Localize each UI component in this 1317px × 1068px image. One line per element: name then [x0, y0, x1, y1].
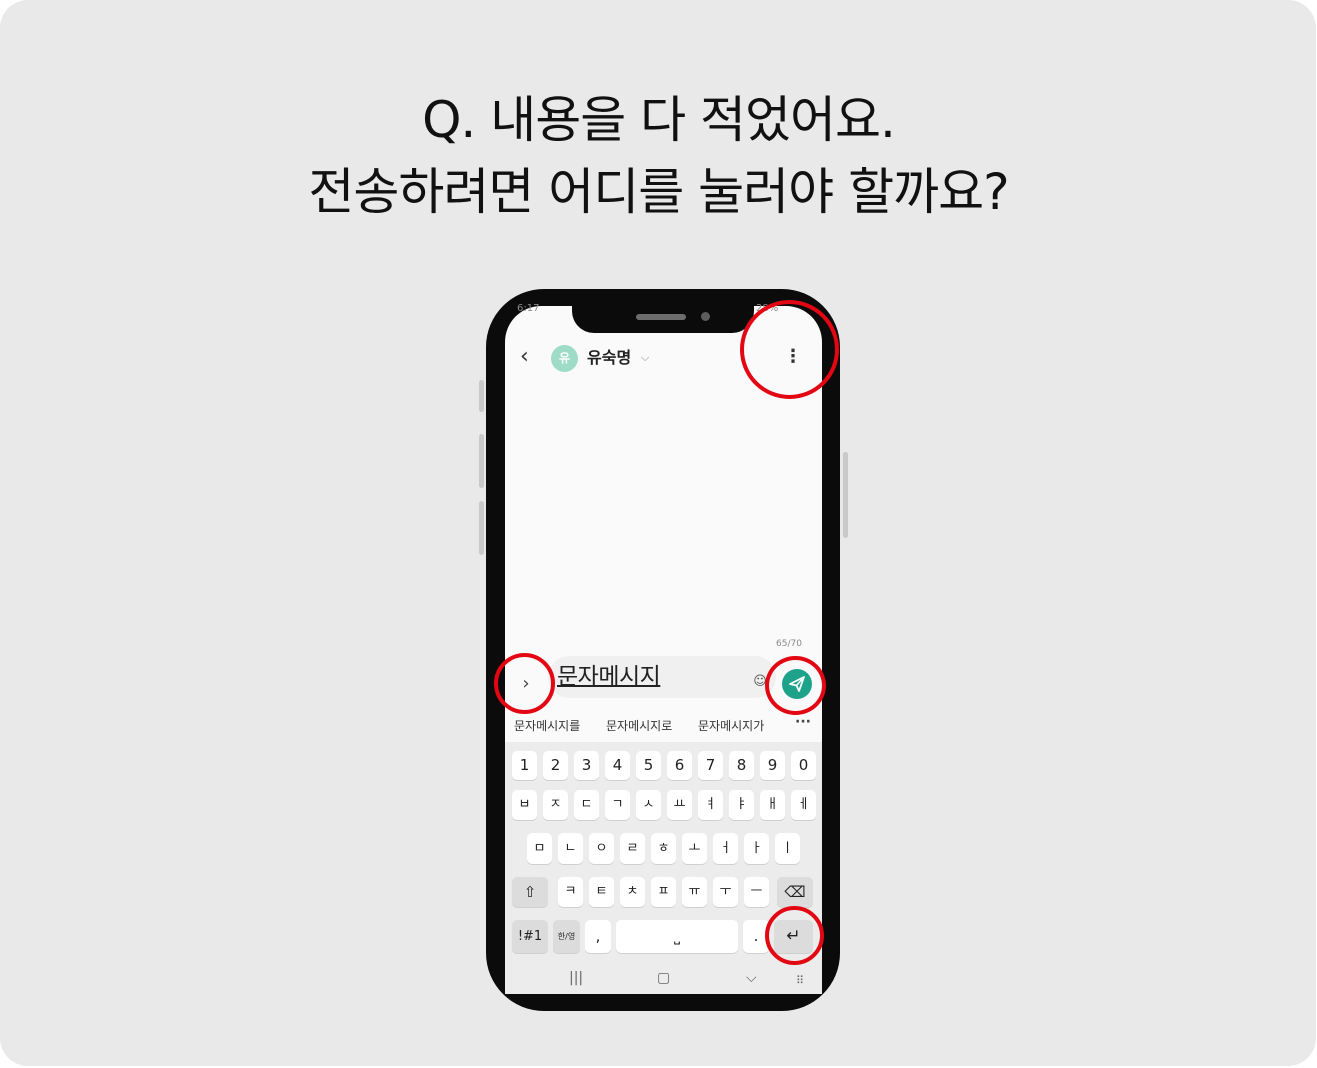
- key-jamo[interactable]: ㅇ: [589, 833, 614, 864]
- key-digit[interactable]: 6: [667, 751, 692, 780]
- shift-key[interactable]: ⇧: [512, 877, 548, 907]
- avatar[interactable]: 유: [551, 345, 578, 372]
- key-jamo[interactable]: ㅣ: [775, 833, 800, 864]
- char-count: 65/70: [776, 639, 802, 649]
- key-jamo[interactable]: ㅍ: [651, 877, 676, 907]
- key-jamo[interactable]: ㅏ: [744, 833, 769, 864]
- key-digit[interactable]: 2: [543, 751, 568, 780]
- message-input-text[interactable]: 문자메시지: [557, 662, 661, 692]
- keyboard-hide-icon[interactable]: ⠿: [796, 974, 804, 987]
- key-jamo[interactable]: ㅁ: [527, 833, 552, 864]
- key-digit[interactable]: 1: [512, 751, 537, 780]
- question-line-2: 전송하려면 어디를 눌러야 할까요?: [308, 163, 1009, 221]
- key-jamo[interactable]: ㄹ: [620, 833, 645, 864]
- suggestion-item[interactable]: 문자메시지를: [514, 717, 580, 734]
- symbols-key[interactable]: !#1: [512, 920, 548, 953]
- key-jamo[interactable]: ㅅ: [636, 790, 661, 820]
- key-jamo[interactable]: ㅓ: [713, 833, 738, 864]
- back-nav-icon[interactable]: ⌵: [746, 970, 757, 986]
- key-digit[interactable]: 3: [574, 751, 599, 780]
- volume-up-button: [479, 434, 484, 488]
- question-line-1: Q. 내용을 다 적었어요.: [422, 91, 896, 149]
- key-jamo[interactable]: ㅂ: [512, 790, 537, 820]
- key-digit[interactable]: 5: [636, 751, 661, 780]
- key-digit[interactable]: 7: [698, 751, 723, 780]
- question-title: Q. 내용을 다 적었어요. 전송하려면 어디를 눌러야 할까요?: [0, 84, 1317, 228]
- key-jamo[interactable]: ㅎ: [651, 833, 676, 864]
- suggestion-bar: 문자메시지를 문자메시지로 문자메시지가: [505, 713, 822, 739]
- suggestion-item[interactable]: 문자메시지로: [606, 717, 672, 734]
- key-jamo[interactable]: ㅛ: [667, 790, 692, 820]
- more-suggestions-icon[interactable]: ···: [795, 714, 811, 730]
- language-switch-key[interactable]: 한/영: [553, 920, 580, 953]
- key-digit[interactable]: 9: [760, 751, 785, 780]
- mute-button: [479, 380, 484, 412]
- key-jamo[interactable]: ㅜ: [713, 877, 738, 907]
- key-jamo[interactable]: ㄴ: [558, 833, 583, 864]
- comma-key[interactable]: ,: [585, 920, 611, 953]
- front-camera: [701, 312, 710, 321]
- key-jamo[interactable]: ㅐ: [760, 790, 785, 820]
- key-jamo[interactable]: ㅈ: [543, 790, 568, 820]
- key-digit[interactable]: 4: [605, 751, 630, 780]
- key-jamo[interactable]: ㅔ: [791, 790, 816, 820]
- contact-name[interactable]: 유숙명: [587, 347, 631, 369]
- home-icon[interactable]: ▢: [657, 970, 670, 986]
- key-jamo[interactable]: ㅊ: [620, 877, 645, 907]
- key-jamo[interactable]: ㄱ: [605, 790, 630, 820]
- key-jamo[interactable]: ㅋ: [558, 877, 583, 907]
- recent-apps-icon[interactable]: |||: [569, 970, 583, 986]
- key-jamo[interactable]: ㄷ: [574, 790, 599, 820]
- key-jamo[interactable]: ㅡ: [744, 877, 769, 907]
- chevron-down-icon[interactable]: ⌵: [641, 348, 649, 368]
- key-jamo[interactable]: ㅌ: [589, 877, 614, 907]
- backspace-key[interactable]: ⌫: [777, 877, 813, 907]
- highlight-circle-more: [740, 300, 839, 399]
- back-icon[interactable]: ‹: [520, 343, 542, 371]
- highlight-circle-expand: [494, 653, 555, 714]
- space-key[interactable]: ⎵: [616, 920, 738, 953]
- status-time: 6:17: [517, 303, 540, 314]
- highlight-circle-send: [765, 656, 826, 715]
- key-jamo[interactable]: ㅗ: [682, 833, 707, 864]
- key-digit[interactable]: 8: [729, 751, 754, 780]
- volume-down-button: [479, 501, 484, 555]
- key-jamo[interactable]: ㅑ: [729, 790, 754, 820]
- speaker-grille: [636, 314, 686, 320]
- suggestion-item[interactable]: 문자메시지가: [698, 717, 764, 734]
- key-digit[interactable]: 0: [791, 751, 816, 780]
- key-jamo[interactable]: ㅠ: [682, 877, 707, 907]
- highlight-circle-enter: [765, 906, 824, 965]
- key-jamo[interactable]: ㅕ: [698, 790, 723, 820]
- power-button: [843, 452, 848, 538]
